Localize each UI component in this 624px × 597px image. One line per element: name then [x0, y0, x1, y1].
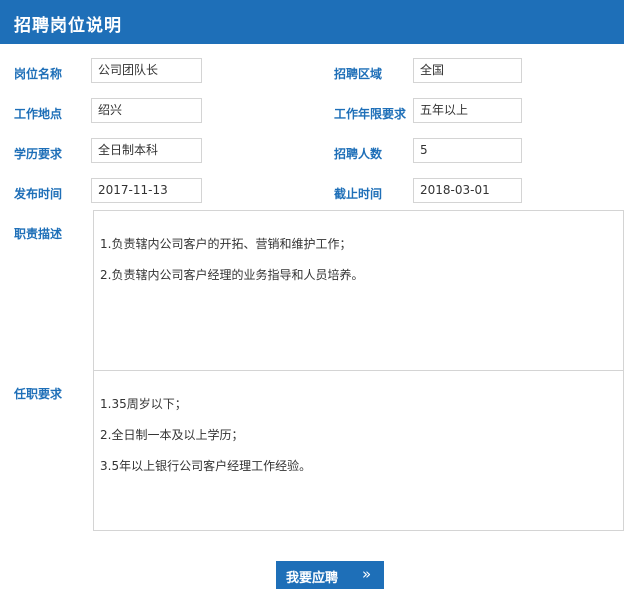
region-label: 招聘区域 — [334, 67, 383, 81]
apply-button-label: 我要应聘 — [286, 571, 339, 586]
requirements-line: 3.5年以上银行公司客户经理工作经验。 — [100, 459, 312, 473]
duties-line: 1.负责辖内公司客户的开拓、营销和维护工作； — [100, 237, 352, 251]
requirements-textarea[interactable]: 1.35周岁以下； 2.全日制一本及以上学历； 3.5年以上银行公司客户经理工作… — [93, 370, 624, 531]
position-name-label: 岗位名称 — [14, 67, 63, 81]
requirements-label: 任职要求 — [14, 387, 63, 401]
duties-textarea[interactable]: 1.负责辖内公司客户的开拓、营销和维护工作； 2.负责辖内公司客户经理的业务指导… — [93, 210, 624, 371]
education-field[interactable]: 全日制本科 — [91, 138, 202, 163]
page-header: 招聘岗位说明 — [0, 0, 624, 44]
requirements-line: 1.35周岁以下； — [100, 397, 187, 411]
region-field[interactable]: 全国 — [413, 58, 522, 83]
publish-date-field[interactable]: 2017-11-13 — [91, 178, 202, 203]
position-name-field[interactable]: 公司团队长 — [91, 58, 202, 83]
headcount-label: 招聘人数 — [334, 147, 383, 161]
location-label: 工作地点 — [14, 107, 63, 121]
page-title: 招聘岗位说明 — [14, 16, 122, 36]
double-chevron-right-icon: » — [362, 565, 372, 583]
publish-date-label: 发布时间 — [14, 187, 63, 201]
deadline-field[interactable]: 2018-03-01 — [413, 178, 522, 203]
experience-label: 工作年限要求 — [334, 107, 407, 121]
education-label: 学历要求 — [14, 147, 63, 161]
headcount-field[interactable]: 5 — [413, 138, 522, 163]
requirements-line: 2.全日制一本及以上学历； — [100, 428, 244, 442]
experience-field[interactable]: 五年以上 — [413, 98, 522, 123]
duties-line: 2.负责辖内公司客户经理的业务指导和人员培养。 — [100, 268, 364, 282]
location-field[interactable]: 绍兴 — [91, 98, 202, 123]
apply-button[interactable]: 我要应聘 » — [276, 561, 384, 589]
duties-label: 职责描述 — [14, 227, 63, 241]
deadline-label: 截止时间 — [334, 187, 383, 201]
